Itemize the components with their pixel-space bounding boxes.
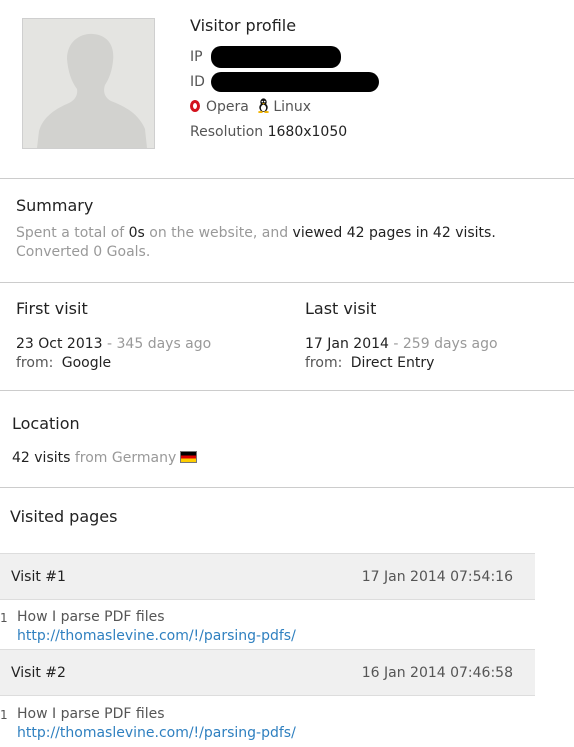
id-row: ID: [190, 72, 380, 92]
os-name: Linux: [273, 99, 312, 115]
last-visit-date-row: 17 Jan 2014 - 259 days ago: [305, 336, 498, 352]
visitor-avatar: [22, 18, 155, 149]
first-visit-date-row: 23 Oct 2013 - 345 days ago: [16, 336, 211, 352]
summary-total-time: 0s: [128, 225, 145, 241]
resolution-row: Resolution 1680x1050: [190, 124, 347, 140]
visit-datetime: 16 Jan 2014 07:46:58: [361, 665, 513, 681]
last-visit-from-row: from: Direct Entry: [305, 355, 434, 371]
location-country: from Germany: [74, 450, 177, 466]
id-redaction: [211, 72, 380, 92]
last-visit-date: 17 Jan 2014: [305, 336, 389, 352]
page-title: How I parse PDF files: [17, 609, 165, 625]
page-number: 1: [0, 611, 8, 625]
first-visit-date: 23 Oct 2013: [16, 336, 103, 352]
first-visit-from-label: from:: [16, 355, 54, 371]
last-visit-ago: - 259 days ago: [393, 336, 498, 352]
first-visit-from-row: from: Google: [16, 355, 111, 371]
location-visits: 42 visits: [12, 450, 71, 466]
visit-label: Visit #2: [11, 665, 66, 681]
first-visit-ago: - 345 days ago: [107, 336, 212, 352]
page-number: 1: [0, 708, 8, 722]
first-visit-referrer: Google: [61, 355, 112, 371]
page-url-link[interactable]: http://thomaslevine.com/!/parsing-pdfs/: [17, 725, 296, 741]
location-title: Location: [12, 414, 80, 433]
visit-header[interactable]: Visit #2 16 Jan 2014 07:46:58: [0, 649, 535, 696]
divider: [0, 487, 574, 488]
summary-mid: on the website, and: [149, 225, 289, 241]
visit-header[interactable]: Visit #1 17 Jan 2014 07:54:16: [0, 553, 535, 600]
summary-title: Summary: [16, 196, 94, 215]
ip-redaction: [211, 46, 342, 68]
germany-flag-icon: [180, 451, 198, 463]
location-row: 42 visits from Germany: [12, 450, 198, 466]
visit-datetime: 17 Jan 2014 07:54:16: [361, 569, 513, 585]
last-visit-referrer: Direct Entry: [350, 355, 435, 371]
last-visit-title: Last visit: [305, 299, 377, 318]
divider: [0, 178, 574, 179]
last-visit-from-label: from:: [305, 355, 343, 371]
page-title: How I parse PDF files: [17, 706, 165, 722]
divider: [0, 282, 574, 283]
person-silhouette-icon: [23, 19, 154, 148]
resolution-value: 1680x1050: [267, 124, 348, 140]
first-visit-title: First visit: [16, 299, 88, 318]
summary-text: Spent a total of 0s on the website, and …: [16, 225, 496, 241]
browser-os-row: Opera Linux: [190, 98, 311, 115]
ip-row: IP: [190, 46, 342, 68]
summary-converted: Converted 0 Goals.: [16, 244, 151, 260]
visit-label: Visit #1: [11, 569, 66, 585]
browser-name: Opera: [206, 99, 249, 115]
visited-pages-title: Visited pages: [10, 507, 118, 526]
resolution-label: Resolution: [190, 124, 264, 140]
linux-tux-icon: [258, 98, 270, 113]
summary-prefix: Spent a total of: [16, 225, 125, 241]
ip-label: IP: [190, 49, 203, 65]
page-url-link[interactable]: http://thomaslevine.com/!/parsing-pdfs/: [17, 628, 296, 644]
divider: [0, 390, 574, 391]
summary-viewed: viewed 42 pages in 42 visits.: [292, 225, 496, 241]
profile-title: Visitor profile: [190, 16, 297, 35]
opera-browser-icon: [190, 100, 200, 112]
id-label: ID: [190, 74, 205, 90]
